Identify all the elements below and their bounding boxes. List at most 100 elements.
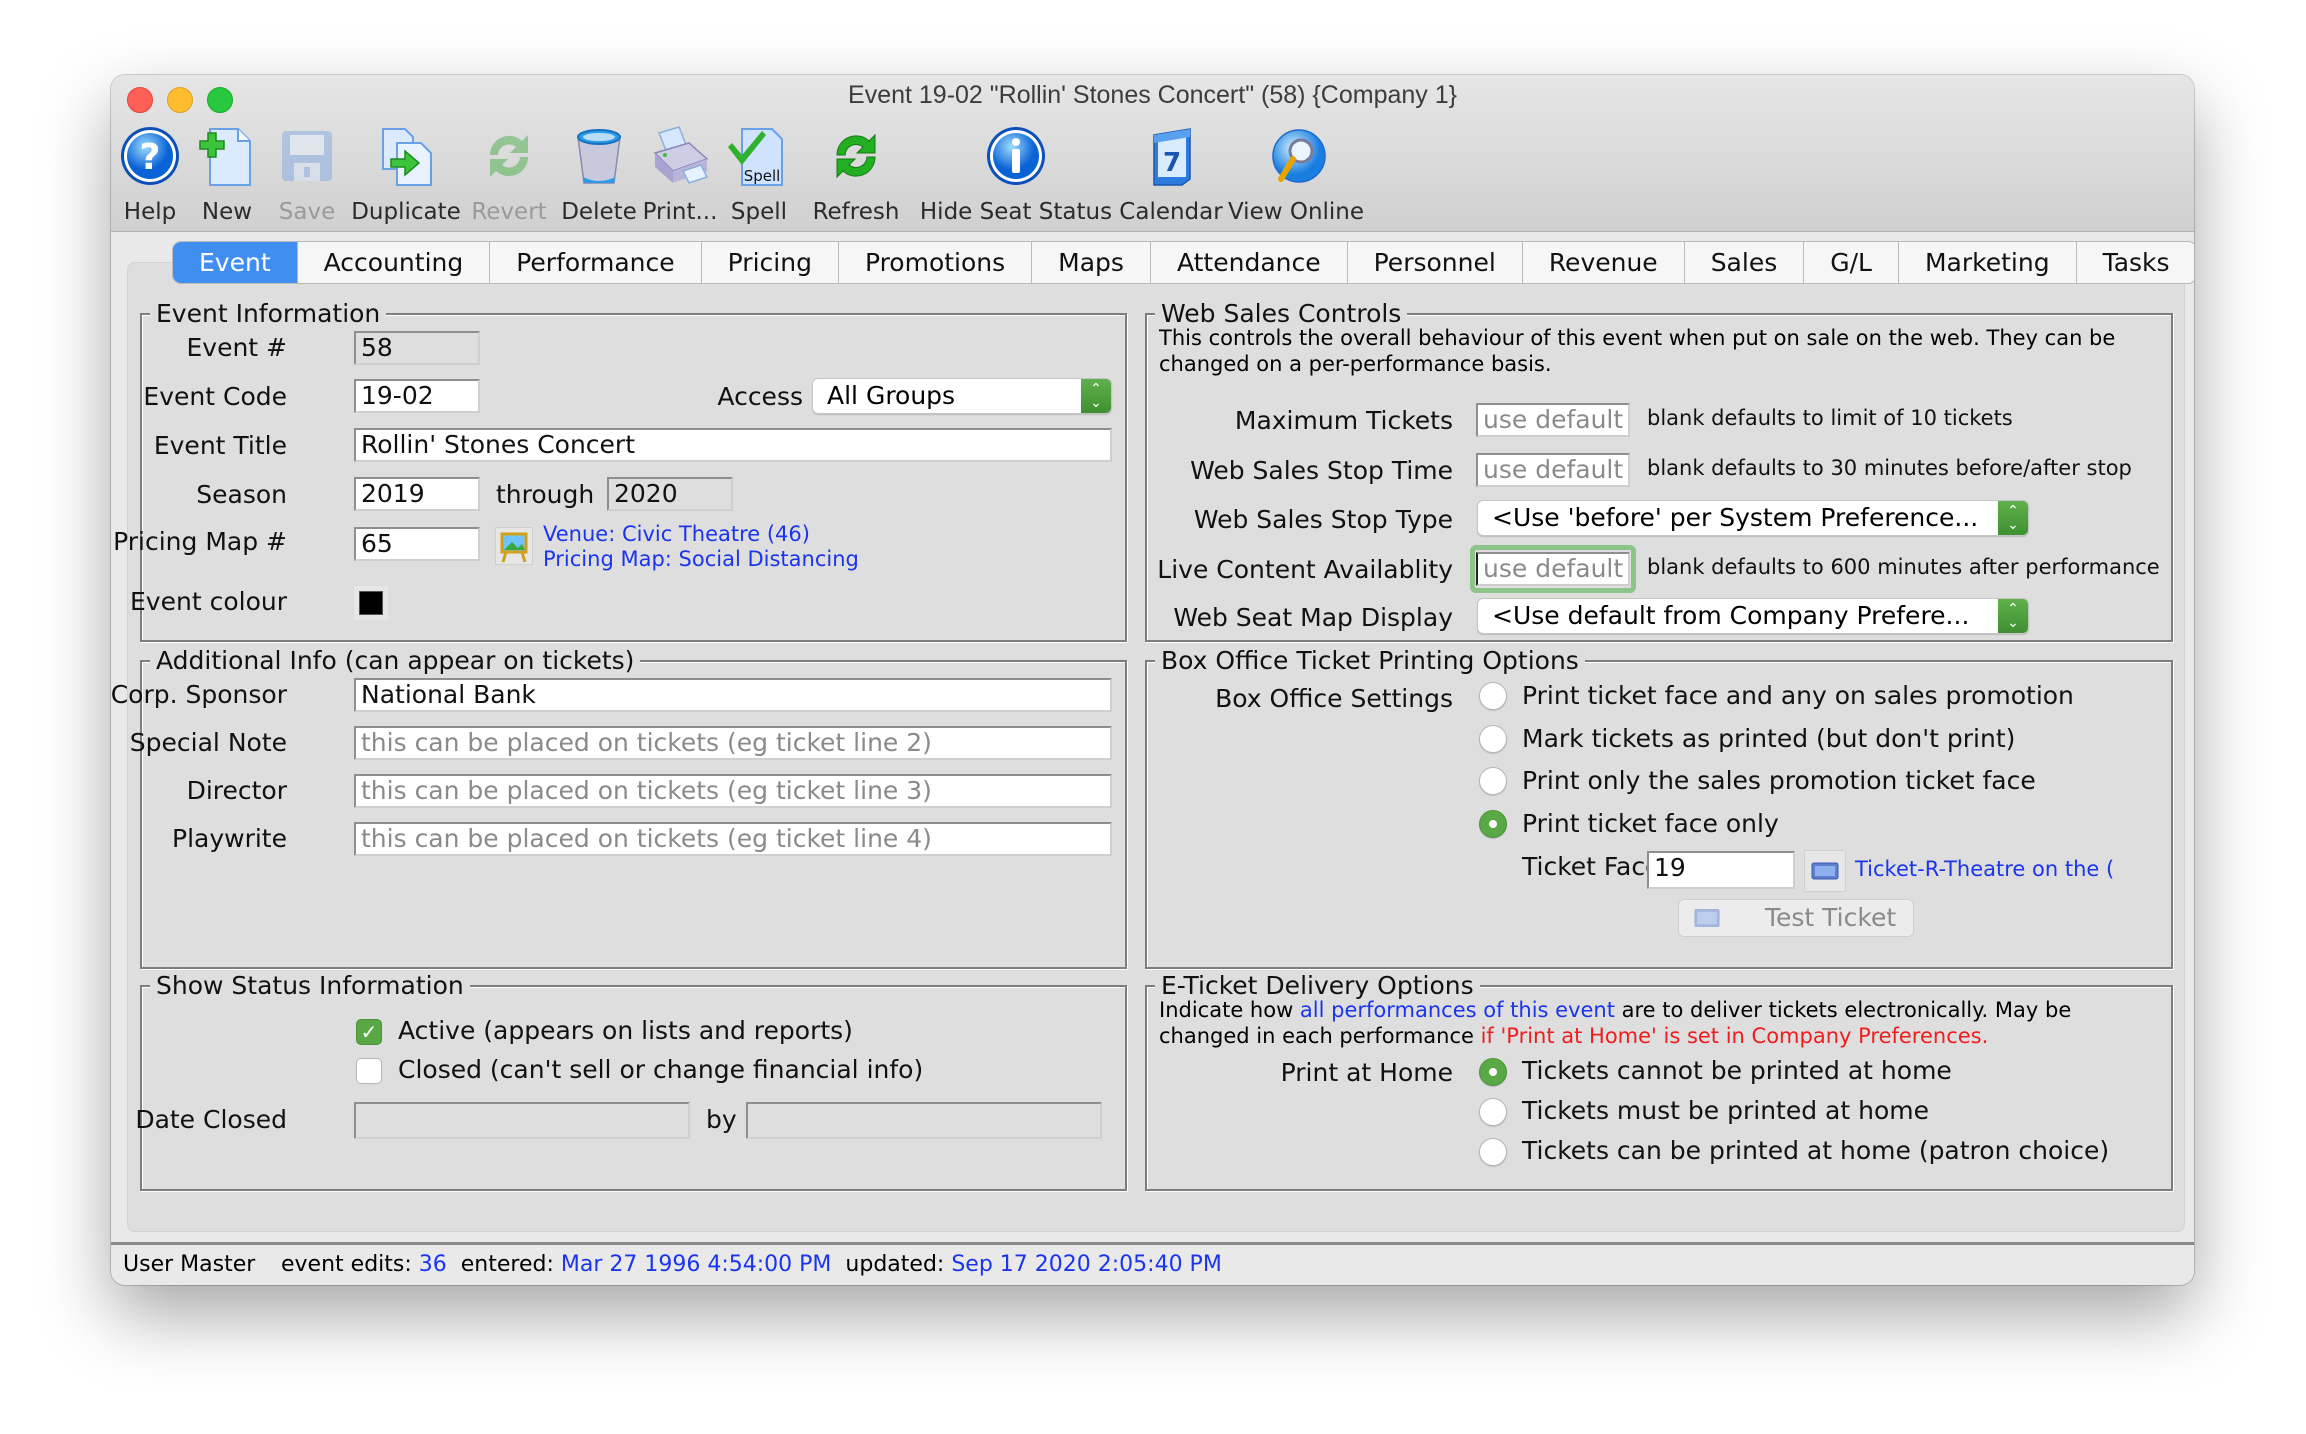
event-colour-label: Event colour [130, 587, 287, 616]
max-tickets-label: Maximum Tickets [1234, 406, 1453, 435]
calendar-icon: 7 [1153, 128, 1191, 186]
ticket-face-link[interactable]: Ticket-R-Theatre on the ( [1855, 857, 2155, 881]
box-office-option-radio-selected[interactable] [1479, 810, 1507, 838]
hide-seat-status-button[interactable]: Hide Seat Status [920, 125, 1112, 225]
event-number-field: 58 [354, 331, 480, 365]
tab-maps[interactable]: Maps [1031, 242, 1150, 283]
print-at-home-option-radio[interactable] [1479, 1138, 1507, 1166]
pricing-map-field[interactable]: 65 [354, 527, 480, 561]
event-colour-swatch [359, 591, 383, 615]
closed-by-field [746, 1102, 1102, 1139]
printer-icon [653, 126, 709, 184]
event-code-field[interactable]: 19-02 [354, 379, 480, 413]
tab-sales[interactable]: Sales [1683, 242, 1804, 283]
pricing-map-link[interactable]: Pricing Map: Social Distancing [543, 547, 859, 571]
box-office-option-radio[interactable] [1479, 725, 1507, 753]
tab-pricing[interactable]: Pricing [700, 242, 838, 283]
test-ticket-button[interactable]: Test Ticket [1678, 899, 1914, 937]
test-ticket-label: Test Ticket [1765, 903, 1897, 932]
duplicate-button[interactable]: Duplicate [351, 125, 461, 225]
closed-checkbox[interactable] [356, 1058, 382, 1084]
new-button[interactable]: New [196, 125, 258, 225]
help-icon: ? [121, 127, 179, 185]
tab-promotions[interactable]: Promotions [837, 242, 1031, 283]
refresh-icon [836, 133, 876, 179]
seat-map-value: <Use default from Company Prefere... [1492, 601, 1970, 630]
corp-sponsor-field[interactable]: National Bank [354, 678, 1112, 712]
eticket-delivery-group: E-Ticket Delivery Options Indicate how a… [1145, 971, 2173, 1191]
active-label: Active (appears on lists and reports) [398, 1016, 853, 1045]
director-field[interactable]: this can be placed on tickets (eg ticket… [354, 774, 1112, 808]
tab-marketing[interactable]: Marketing [1897, 242, 2076, 283]
spell-button[interactable]: Spell Spell [728, 125, 790, 225]
stop-time-field[interactable]: use default [1476, 453, 1630, 487]
svg-text:7: 7 [1163, 148, 1181, 178]
ticket-face-label: Ticket Face [1522, 852, 1661, 881]
print-at-home-option-label: Tickets cannot be printed at home [1522, 1056, 1952, 1085]
stop-time-label: Web Sales Stop Time [1190, 456, 1453, 485]
tab-revenue[interactable]: Revenue [1521, 242, 1684, 283]
calendar-button[interactable]: 7 Calendar [1119, 125, 1223, 225]
select-arrows-icon: ⌃ ⌄ [1998, 501, 2028, 535]
box-office-option-radio[interactable] [1479, 767, 1507, 795]
save-button[interactable]: Save [276, 125, 338, 225]
season-from-field[interactable]: 2019 [354, 477, 480, 511]
through-label: through [496, 480, 595, 509]
eticket-description-line1: Indicate how all performances of this ev… [1159, 998, 2072, 1022]
event-information-title: Event Information [150, 299, 387, 328]
tab-tasks[interactable]: Tasks [2075, 242, 2194, 283]
tab-event[interactable]: Event [173, 242, 297, 283]
pricing-map-label: Pricing Map # [113, 527, 287, 556]
all-performances-link: all performances of this event [1299, 998, 1615, 1022]
print-button[interactable]: Print... [643, 125, 717, 225]
tab-accounting[interactable]: Accounting [296, 242, 490, 283]
tab-attendance[interactable]: Attendance [1149, 242, 1347, 283]
status-bar: User Master event edits: 36 entered: Mar… [111, 1242, 2194, 1285]
tab-gl[interactable]: G/L [1803, 242, 1898, 283]
playwrite-field[interactable]: this can be placed on tickets (eg ticket… [354, 822, 1112, 856]
print-at-home-label: Print at Home [1280, 1058, 1453, 1087]
box-office-option-radio[interactable] [1479, 682, 1507, 710]
ticket-face-field[interactable]: 19 [1647, 851, 1795, 889]
eticket-delivery-title: E-Ticket Delivery Options [1155, 971, 1480, 1000]
svg-text:Spell: Spell [744, 167, 781, 185]
ticket-face-picker-button[interactable] [1804, 850, 1846, 892]
new-document-icon [199, 128, 251, 186]
access-select[interactable]: All Groups ⌃ ⌄ [812, 378, 1112, 414]
seat-map-select[interactable]: <Use default from Company Prefere... ⌃ ⌄ [1477, 598, 2029, 634]
web-sales-description: This controls the overall behaviour of t… [1159, 326, 2116, 376]
box-office-option-label: Print ticket face and any on sales promo… [1522, 681, 2074, 710]
active-checkbox[interactable]: ✓ [356, 1019, 382, 1045]
view-online-button[interactable]: View Online [1228, 125, 1364, 225]
director-label: Director [186, 776, 287, 805]
stop-type-value: <Use 'before' per System Preference... [1492, 503, 1979, 532]
box-office-option-label: Print ticket face only [1522, 809, 1779, 838]
spellcheck-icon: Spell [728, 128, 783, 186]
tab-personnel[interactable]: Personnel [1346, 242, 1522, 283]
help-button[interactable]: ? Help [119, 125, 181, 225]
tab-bar: Event Accounting Performance Pricing Pro… [172, 241, 2194, 284]
season-to-field: 2020 [607, 477, 733, 511]
max-tickets-field[interactable]: use default [1476, 403, 1630, 437]
refresh-button[interactable]: Refresh [811, 125, 901, 225]
tab-performance[interactable]: Performance [489, 242, 700, 283]
live-content-field[interactable]: use default [1476, 552, 1630, 586]
revert-button[interactable]: Revert [471, 125, 547, 225]
access-value: All Groups [827, 381, 956, 410]
additional-info-group: Additional Info (can appear on tickets) … [111, 646, 1127, 969]
print-at-home-option-radio[interactable] [1479, 1098, 1507, 1126]
additional-info-title: Additional Info (can appear on tickets) [150, 646, 641, 675]
special-note-field[interactable]: this can be placed on tickets (eg ticket… [354, 726, 1112, 760]
web-sales-controls-group: Web Sales Controls This controls the ove… [1145, 299, 2173, 642]
window-title: Event 19-02 "Rollin' Stones Concert" (58… [848, 81, 1457, 109]
stop-type-select[interactable]: <Use 'before' per System Preference... ⌃… [1477, 500, 2029, 536]
info-icon [987, 127, 1045, 185]
special-note-label: Special Note [129, 728, 287, 757]
duplicate-icon [382, 128, 432, 186]
venue-link[interactable]: Venue: Civic Theatre (46) [543, 522, 810, 546]
pricing-map-picker-button[interactable] [495, 527, 533, 565]
delete-button[interactable]: Delete [561, 125, 637, 225]
print-at-home-option-radio-selected[interactable] [1479, 1058, 1507, 1086]
event-colour-swatch-button[interactable] [354, 586, 388, 620]
event-title-field[interactable]: Rollin' Stones Concert [354, 428, 1112, 462]
